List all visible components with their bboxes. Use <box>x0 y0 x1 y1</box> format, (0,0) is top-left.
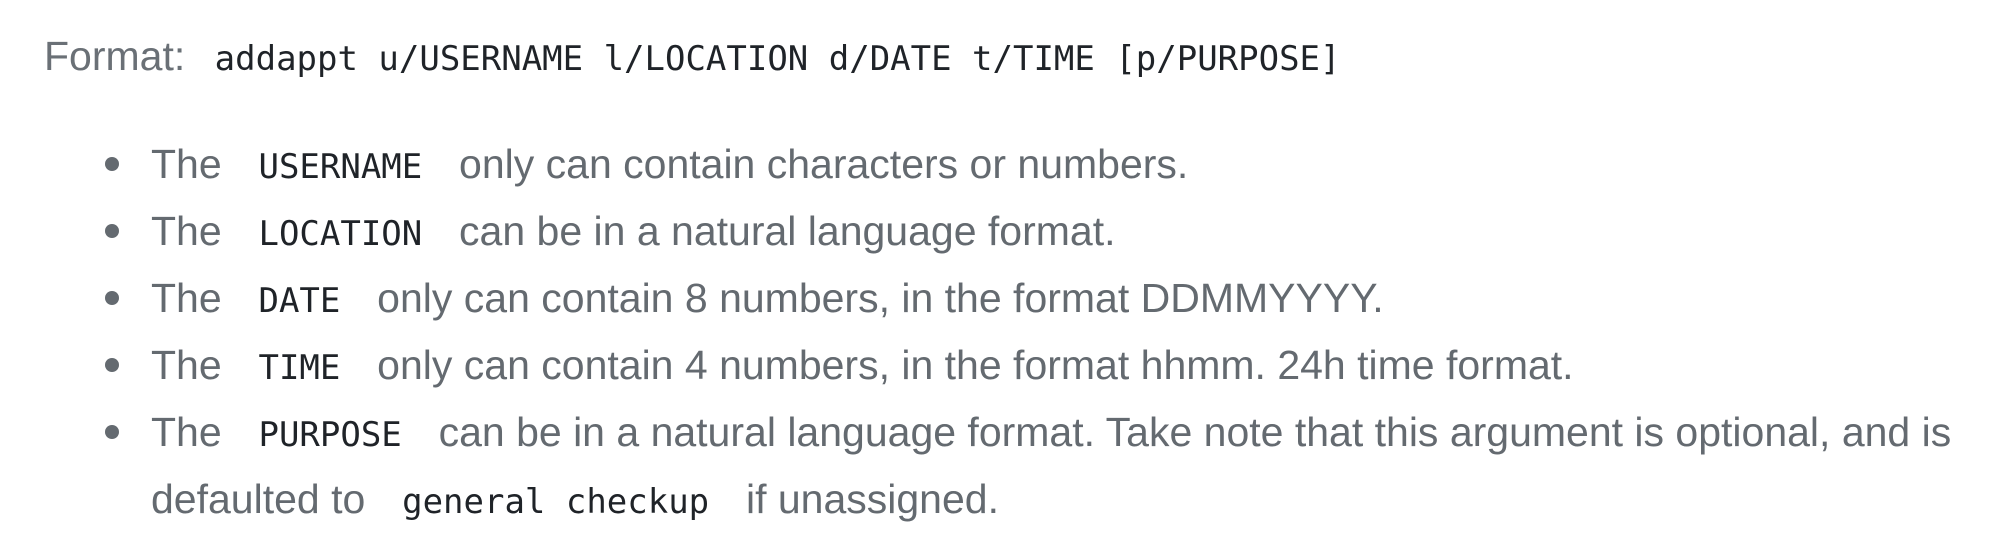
bullet-date: The DATE only can contain 8 numbers, in … <box>100 266 1980 333</box>
bullet-time: The TIME only can contain 4 numbers, in … <box>100 333 1980 400</box>
bullet-prefix: The <box>151 409 222 455</box>
inline-code-time: TIME <box>258 348 341 388</box>
bullet-dot-icon <box>105 224 119 238</box>
bullet-dot-icon <box>105 291 119 305</box>
format-command-code: addappt u/USERNAME l/LOCATION d/DATE t/T… <box>214 39 1341 79</box>
bullet-purpose: The PURPOSE can be in a natural language… <box>100 400 1980 534</box>
bullet-suffix: only can contain 4 numbers, in the forma… <box>377 342 1574 388</box>
bullet-prefix: The <box>151 342 222 388</box>
bullet-prefix: The <box>151 275 222 321</box>
inline-code-purpose: PURPOSE <box>258 415 402 455</box>
inline-code-date: DATE <box>258 281 341 321</box>
bullet-dot-icon <box>105 358 119 372</box>
bullet-suffix: only can contain characters or numbers. <box>459 141 1189 187</box>
inline-code-username: USERNAME <box>258 147 423 187</box>
bullet-suffix: can be in a natural language format. <box>459 208 1116 254</box>
document-content: Format: addappt u/USERNAME l/LOCATION d/… <box>0 0 2006 552</box>
bullet-prefix: The <box>151 141 222 187</box>
bullet-dot-icon <box>105 157 119 171</box>
bullet-dot-icon <box>105 425 119 439</box>
bullet-location: The LOCATION can be in a natural languag… <box>100 199 1980 266</box>
bullet-suffix: only can contain 8 numbers, in the forma… <box>377 275 1384 321</box>
inline-code-location: LOCATION <box>258 214 423 254</box>
format-line: Format: addappt u/USERNAME l/LOCATION d/… <box>44 28 1347 87</box>
bullet-suffix-2: if unassigned. <box>745 476 999 522</box>
inline-code-general-checkup: general checkup <box>402 482 710 522</box>
parameter-bullet-list: The USERNAME only can contain characters… <box>100 132 1980 534</box>
format-label: Format: <box>44 33 186 79</box>
bullet-prefix: The <box>151 208 222 254</box>
bullet-username: The USERNAME only can contain characters… <box>100 132 1980 199</box>
